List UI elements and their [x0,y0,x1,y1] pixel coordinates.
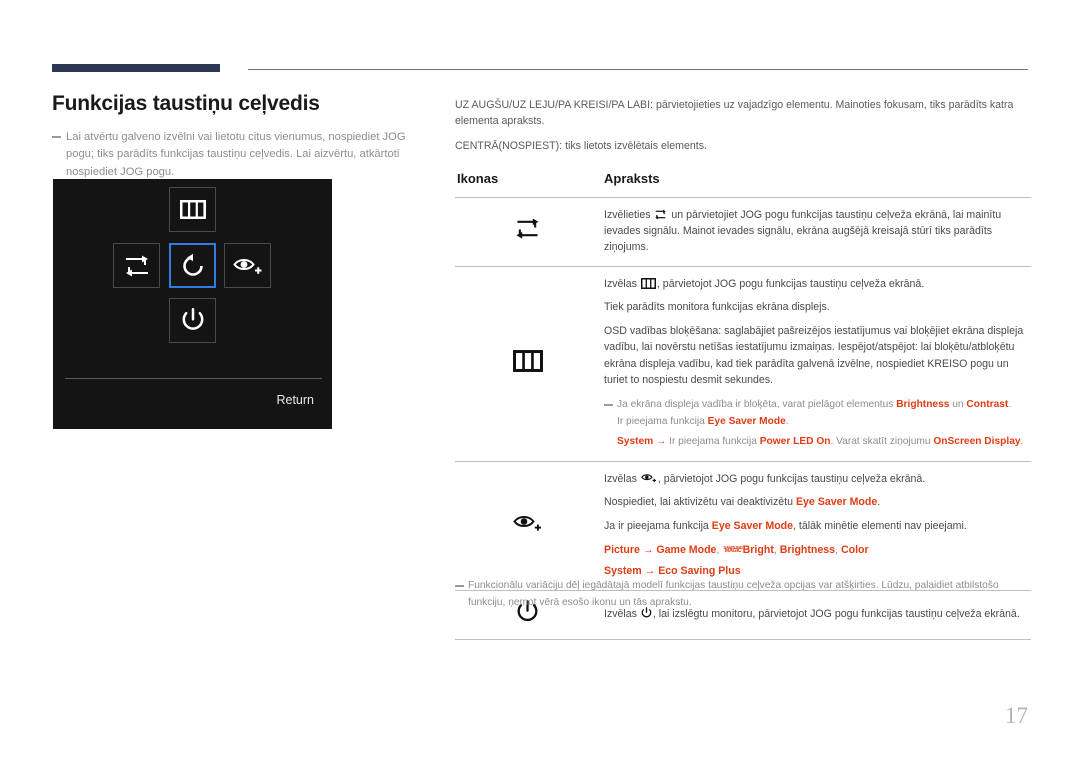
highlight-power-led-on: Power LED On [759,436,831,448]
table-row: Izvēlas , pārvietojot JOG pogu funkcijas… [455,460,1031,591]
menu-bars-icon [640,277,656,289]
menu-item-game-mode: Game Mode [656,544,717,557]
source-switch-icon [516,218,539,239]
highlight-eye-saver-mode: Eye Saver Mode [707,415,786,427]
description-paragraph: Tiek parādīts monitora funkcijas ekrāna … [604,301,830,314]
description-paragraph: Izvēlas , pārvietojot JOG pogu funkcijas… [604,276,1029,292]
left-column: Funkcijas taustiņu ceļvedis Lai atvērtu … [52,92,434,181]
menu-bars-icon [512,349,543,372]
text-post: , tālāk minētie elementi nav pieejami. [793,519,967,532]
osd-button-up-menu[interactable] [169,187,216,232]
samsung-magic-logo-icon: SAMSUNG MAGIC [723,545,743,555]
description-paragraph: Ja ir pieejama funkcija Eye Saver Mode, … [604,518,1029,534]
menu-item-eco-saving-plus: Eco Saving Plus [658,565,741,578]
icon-description-table: Ikonas Apraksts Izvēlieties un pārvietoj… [455,171,1031,641]
note-dash-icon [604,404,613,407]
power-icon [182,308,203,330]
separator: , [716,544,723,557]
eye-saver-icon [512,516,541,531]
highlight-brightness: Brightness [896,399,950,411]
text-post: , pārvietojot JOG pogu funkcijas taustiņ… [657,472,926,485]
text-c: . [1008,399,1012,411]
menu-item-color: Color [840,544,869,557]
intro-line-center-press: CENTRĀ(NOSPIEST): tiks lietots izvēlētai… [455,139,707,152]
table-header-description: Apraksts [604,170,660,186]
highlight-system: System [617,436,654,448]
highlight-onscreen-display: OnScreen Display [933,436,1021,448]
row-icon-cell-eye-saver [455,460,600,591]
highlight-contrast: Contrast [966,399,1009,411]
description-paragraph: Izvēlas , pārvietojot JOG pogu funkcijas… [604,471,1029,487]
header-rule-thick [52,64,220,72]
text-b: un [949,399,967,411]
osd-button-cluster [53,185,332,381]
header-rules [52,64,1028,74]
highlight-eye-saver-mode: Eye Saver Mode [795,496,878,509]
row-icon-cell-menu [455,265,600,462]
description-paragraph: OSD vadības bloķēšana: saglabājiet pašre… [604,324,1024,386]
menu-path-picture: Picture → Game Mode, SAMSUNG MAGIC Bright,… [604,541,1029,559]
text-b: . Varat skatīt ziņojumu [830,436,934,448]
text-pre: Izvēlas [604,472,640,485]
text-post: , pārvietojot JOG pogu funkcijas taustiņ… [656,277,925,290]
subnote-line-eye-saver: Ir pieejama funkcija Eye Saver Mode. [617,414,1029,431]
subnote-line-brightness-contrast: Ja ekrāna displeja vadība ir bloķēta, va… [617,397,1029,414]
intro-note-text: Lai atvērtu galveno izvēlni vai lietotu … [66,131,406,178]
text-pre: Ja ir pieejama funkcija [604,519,712,532]
menu-root: Picture [604,544,640,557]
bottom-note-text: Funkcionālu variāciju dēļ iegādātajā mod… [468,580,999,608]
arrow-glyph: → [641,565,659,578]
arrow-glyph: → [639,544,657,557]
row-icon-cell-source [455,196,600,267]
source-switch-icon [655,209,667,219]
arrow-glyph: → [653,436,670,448]
menu-bars-icon [179,200,206,219]
table-row: Izvēlieties un pārvietojiet JOG pogu fun… [455,196,1031,267]
header-rule-thin [248,69,1028,70]
text-b: . [785,415,789,427]
row-description-cell-menu: Izvēlas , pārvietojot JOG pogu funkcijas… [600,265,1031,462]
row-description-cell-source: Izvēlieties un pārvietojiet JOG pogu fun… [600,196,1031,267]
osd-return-label[interactable]: Return [276,393,314,407]
highlight-eye-saver-mode: Eye Saver Mode [711,519,794,532]
page-title: Funkcijas taustiņu ceļvedis [52,92,320,115]
text-a: Ir pieejama funkcija [617,415,708,427]
description-paragraph: Nospiediet, lai aktivizētu vai deaktiviz… [604,494,1029,510]
text-pre: Izvēlas [604,277,640,290]
osd-button-left-source[interactable] [113,243,160,288]
row-description-cell-eye-saver: Izvēlas , pārvietojot JOG pogu funkcijas… [600,460,1031,591]
text-pre: Izvēlieties [604,208,654,221]
right-column: UZ AUGŠU/UZ LEJU/PA KREISI/PA LABI: pārv… [455,98,1031,641]
note-dash-icon [52,136,61,139]
table-header-row: Ikonas Apraksts [455,171,1031,198]
text-pre: Nospiediet, lai aktivizētu vai deaktiviz… [604,496,796,509]
eye-saver-icon [232,258,261,274]
osd-button-down-power[interactable] [169,298,216,343]
text-c: . [1020,436,1024,448]
source-switch-icon [125,255,148,276]
osd-divider [65,378,322,379]
samsung-magic-bottom: MAGIC [724,548,742,555]
osd-button-right-eye-saver[interactable] [224,243,271,288]
menu-row-subnote: Ja ekrāna displeja vadība ir bloķēta, va… [604,397,1029,451]
intro-line-navigation: UZ AUGŠU/UZ LEJU/PA KREISI/PA LABI: pārv… [455,99,1014,127]
table-header-icons: Ikonas [457,170,499,186]
note-dash-icon [455,585,464,587]
table-row: Izvēlas , pārvietojot JOG pogu funkcijas… [455,265,1031,462]
return-arrow-icon [182,253,203,276]
subnote-line-system-power-led: System → Ir pieejama funkcija Power LED … [617,434,1029,451]
text-a: Ir pieejama funkcija [669,436,760,448]
text-post: . [877,496,881,509]
menu-root: System [604,565,642,578]
description-paragraph: Izvēlieties un pārvietojiet JOG pogu fun… [604,207,1029,256]
bottom-note: Funkcionālu variāciju dēļ iegādātajā mod… [455,578,1031,611]
eye-saver-icon [640,474,656,482]
osd-function-key-guide-panel: Return [53,179,332,429]
menu-item-brightness: Brightness [779,544,836,557]
page-number: 17 [1005,703,1028,728]
intro-note: Lai atvērtu galveno izvēlni vai lietotu … [52,129,434,181]
menu-item-bright: Bright [742,544,774,557]
text-a: Ja ekrāna displeja vadība ir bloķēta, va… [617,399,897,411]
osd-button-center-return[interactable] [169,243,216,288]
